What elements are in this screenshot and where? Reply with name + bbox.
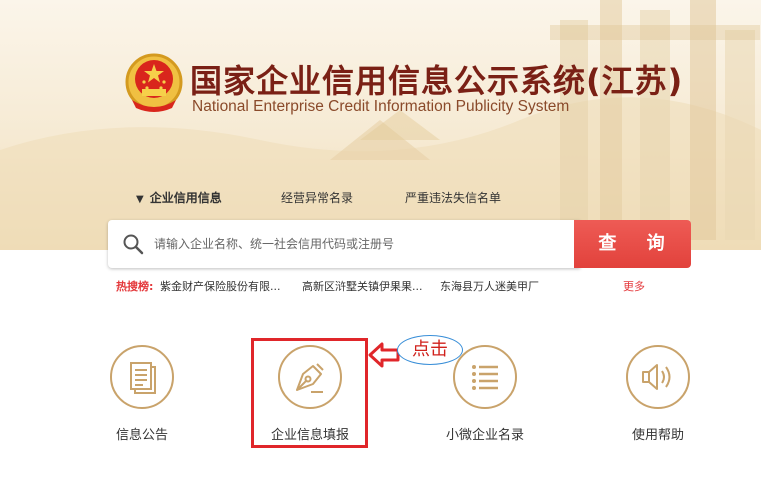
- search-input[interactable]: [154, 232, 564, 256]
- tab-enterprise-credit-info[interactable]: ▼ 企业信用信息: [136, 189, 222, 206]
- feature-label: 企业信息填报: [270, 428, 349, 443]
- arrow-left-icon: [368, 342, 400, 368]
- background-decoration: [0, 0, 761, 250]
- header-banner: 国家企业信用信息公示系统(江苏) National Enterprise Cre…: [0, 0, 761, 250]
- hot-search-item[interactable]: 东海县万人迷美甲厂: [440, 278, 539, 294]
- search-box: [108, 220, 580, 268]
- document-icon: [110, 345, 174, 409]
- feature-usage-help[interactable]: 使用帮助: [598, 340, 718, 450]
- tab-serious-violation-list[interactable]: 严重违法失信名单: [405, 189, 501, 206]
- search-icon: [123, 234, 144, 255]
- pen-nib-icon: [278, 345, 342, 409]
- more-link[interactable]: 更多: [623, 278, 645, 294]
- hot-search-item[interactable]: 高新区浒墅关镇伊果果...: [302, 278, 423, 294]
- click-callout: 点击: [397, 335, 463, 365]
- feature-label: 使用帮助: [631, 428, 684, 443]
- list-icon: [453, 345, 517, 409]
- page-title: 国家企业信用信息公示系统(江苏): [190, 62, 684, 100]
- feature-enterprise-info-report[interactable]: 企业信息填报: [250, 340, 370, 450]
- tab-abnormal-operation-list[interactable]: 经营异常名录: [281, 189, 353, 206]
- national-emblem-icon: [125, 53, 183, 112]
- feature-label: 小微企业名录: [445, 428, 524, 443]
- tab-label: 企业信用信息: [149, 191, 222, 205]
- hot-search-label: 热搜榜:: [116, 280, 154, 293]
- feature-label: 信息公告: [115, 428, 168, 443]
- search-button[interactable]: 查 询: [574, 220, 691, 268]
- speaker-icon: [626, 345, 690, 409]
- hot-search-item[interactable]: 紫金财产保险股份有限...: [160, 278, 281, 294]
- page-subtitle: National Enterprise Credit Information P…: [192, 98, 570, 115]
- feature-info-announcement[interactable]: 信息公告: [82, 340, 202, 450]
- triangle-down-icon: ▼: [136, 194, 144, 205]
